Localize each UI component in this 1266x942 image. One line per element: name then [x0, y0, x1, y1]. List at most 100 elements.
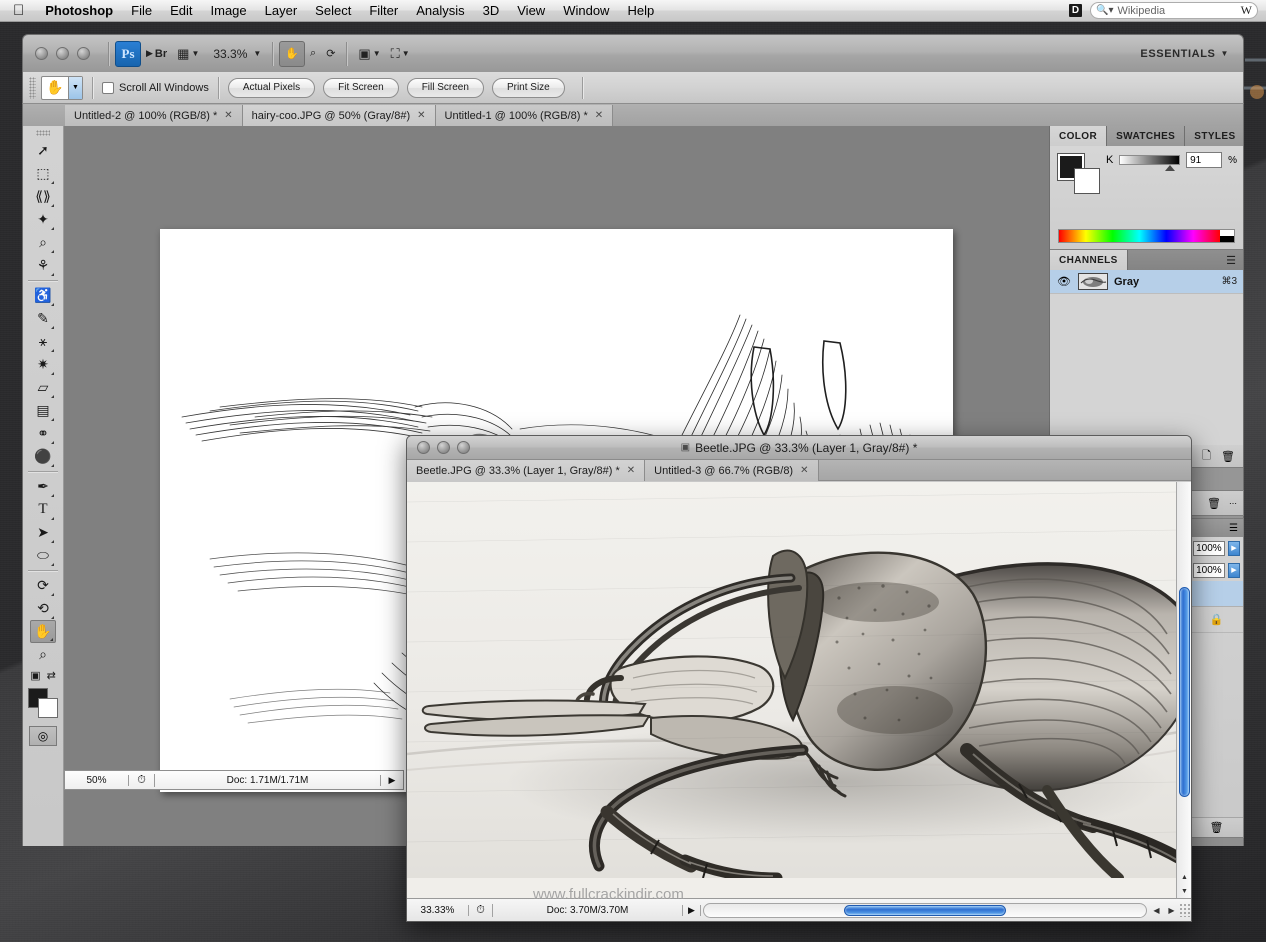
panel-menu-icon[interactable]: ☰	[1219, 250, 1243, 270]
menu-photoshop[interactable]: Photoshop	[36, 0, 122, 22]
document-sizes-icon[interactable]: ⏱	[469, 904, 493, 917]
crop-tool[interactable]: ⌕	[30, 231, 56, 254]
scroll-up-icon[interactable]: ▲	[1181, 874, 1188, 881]
scroll-down-icon[interactable]: ▼	[1181, 888, 1188, 895]
gradient-tool[interactable]: ▤	[30, 399, 56, 422]
background-color-swatch[interactable]	[38, 698, 58, 718]
menu-select[interactable]: Select	[306, 0, 360, 22]
channel-row-gray[interactable]: 👁 Gray ⌘3	[1050, 270, 1243, 294]
document-tab-untitled-1[interactable]: Untitled-1 @ 100% (RGB/8) * ✕	[436, 105, 614, 126]
default-colors-icon[interactable]: ▣	[30, 669, 40, 682]
rotate-view-tool-button[interactable]: ⟳	[321, 41, 340, 67]
launch-bridge-button[interactable]: ▶ Br	[141, 41, 172, 67]
fill-stepper-icon[interactable]: ▶	[1228, 563, 1240, 578]
menu-analysis[interactable]: Analysis	[407, 0, 473, 22]
quick-selection-tool[interactable]: ✦	[30, 208, 56, 231]
eyedropper-tool[interactable]: ⚘	[30, 254, 56, 277]
horizontal-scrollbar-thumb[interactable]	[844, 905, 1006, 916]
k-channel-input[interactable]: 91	[1186, 152, 1222, 168]
document-tab-beetle[interactable]: Beetle.JPG @ 33.3% (Layer 1, Gray/8#) * …	[407, 460, 645, 481]
rectangular-marquee-tool[interactable]: ⬚	[30, 162, 56, 185]
toolbox-grip[interactable]	[36, 130, 50, 136]
triangle-right-icon[interactable]: ▶	[683, 905, 701, 916]
color-swatches[interactable]	[28, 688, 58, 718]
tab-styles[interactable]: STYLES	[1185, 126, 1244, 146]
chevron-down-icon[interactable]: ▼	[68, 77, 82, 99]
horizontal-scroll-buttons[interactable]: ◀ ▶	[1149, 906, 1179, 915]
color-spectrum-ramp[interactable]	[1058, 229, 1235, 243]
vertical-scrollbar-thumb[interactable]	[1179, 587, 1190, 797]
menu-help[interactable]: Help	[618, 0, 663, 22]
document-tab-untitled-2[interactable]: Untitled-2 @ 100% (RGB/8) * ✕	[65, 105, 243, 126]
horizontal-type-tool[interactable]: T	[30, 498, 56, 521]
resize-grip-icon[interactable]	[1179, 903, 1192, 917]
clone-stamp-tool[interactable]: ⚹	[30, 330, 56, 353]
quick-mask-icon[interactable]: ◎	[29, 726, 57, 746]
fill-input[interactable]: 100%	[1193, 563, 1225, 578]
checkbox-box[interactable]	[102, 82, 114, 94]
blur-tool[interactable]: ⚭	[30, 422, 56, 445]
window-traffic-lights[interactable]	[23, 47, 102, 60]
floating-window-titlebar[interactable]: ▣ Beetle.JPG @ 33.3% (Layer 1, Gray/8#) …	[407, 436, 1191, 460]
move-tool[interactable]: ➚	[30, 139, 56, 162]
tab-swatches[interactable]: SWATCHES	[1107, 126, 1185, 146]
vertical-scrollbar[interactable]: ▲ ▼	[1176, 482, 1191, 898]
fill-screen-button[interactable]: Fill Screen	[407, 78, 484, 98]
k-channel-slider[interactable]	[1119, 155, 1180, 165]
options-bar-grip[interactable]	[29, 77, 36, 99]
slider-thumb[interactable]	[1165, 165, 1175, 171]
window-traffic-lights[interactable]	[417, 441, 470, 454]
scroll-all-windows-checkbox[interactable]: Scroll All Windows	[102, 82, 209, 94]
opacity-stepper-icon[interactable]: ▶	[1228, 541, 1240, 556]
layer-row-selected[interactable]	[1190, 581, 1243, 607]
zoom-tool-button[interactable]: ⌕	[305, 41, 321, 67]
color-panel-swatches[interactable]	[1058, 154, 1100, 194]
menu-file[interactable]: File	[122, 0, 161, 22]
fit-screen-button[interactable]: Fit Screen	[323, 78, 399, 98]
tab-channels[interactable]: CHANNELS	[1050, 250, 1128, 270]
path-selection-tool[interactable]: ➤	[30, 521, 56, 544]
print-size-button[interactable]: Print Size	[492, 78, 565, 98]
close-icon[interactable]: ✕	[224, 110, 232, 121]
view-extras-button[interactable]: ▦ ▼	[172, 41, 204, 67]
dropbox-icon[interactable]: D	[1069, 4, 1082, 17]
pen-tool[interactable]: ✒	[30, 475, 56, 498]
minimize-button[interactable]	[56, 47, 69, 60]
spotlight-search-field[interactable]: 🔍▾ Wikipedia W	[1090, 2, 1258, 19]
delete-channel-icon[interactable]: 🗑	[1221, 450, 1235, 463]
resize-grip-icon[interactable]: ⋯	[1229, 499, 1237, 508]
beetle-document-canvas[interactable]	[407, 482, 1191, 898]
close-icon[interactable]: ✕	[417, 110, 425, 121]
apple-logo-icon[interactable]: 	[13, 3, 24, 18]
zoom-level-selector[interactable]: 33.3% ▼	[204, 41, 266, 67]
trash-icon[interactable]: 🗑	[1210, 821, 1224, 834]
menu-view[interactable]: View	[508, 0, 554, 22]
new-channel-icon[interactable]: 🗋	[1202, 447, 1211, 466]
scroll-right-icon[interactable]: ▶	[1168, 906, 1174, 915]
close-icon[interactable]: ✕	[595, 110, 603, 121]
menu-layer[interactable]: Layer	[256, 0, 307, 22]
layer-row-locked-background[interactable]: 🔒	[1190, 607, 1243, 633]
menu-edit[interactable]: Edit	[161, 0, 201, 22]
tool-preset-picker[interactable]: ✋ ▼	[41, 76, 83, 100]
brush-tool[interactable]: ✎	[30, 307, 56, 330]
spectrum-gradient[interactable]	[1059, 230, 1220, 242]
menu-image[interactable]: Image	[202, 0, 256, 22]
close-icon[interactable]: ✕	[627, 465, 635, 476]
document-tab-hairy-coo[interactable]: hairy-coo.JPG @ 50% (Gray/8#) ✕	[243, 105, 436, 126]
document-tab-untitled-3[interactable]: Untitled-3 @ 66.7% (RGB/8) ✕	[645, 460, 818, 481]
arrange-documents-button[interactable]: ▣ ▼	[353, 41, 385, 67]
dodge-tool[interactable]: ⚫	[30, 445, 56, 468]
menu-3d[interactable]: 3D	[474, 0, 509, 22]
spot-healing-brush-tool[interactable]: ♿	[30, 284, 56, 307]
eye-icon[interactable]: 👁	[1056, 275, 1072, 288]
floating-document-window-beetle[interactable]: ▣ Beetle.JPG @ 33.3% (Layer 1, Gray/8#) …	[406, 435, 1192, 922]
white-black-swatches[interactable]	[1220, 230, 1234, 242]
zoom-button[interactable]	[77, 47, 90, 60]
eraser-tool[interactable]: ▱	[30, 376, 56, 399]
minimize-button[interactable]	[437, 441, 450, 454]
hand-tool-button[interactable]: ✋	[279, 41, 305, 67]
close-icon[interactable]: ✕	[800, 465, 808, 476]
3d-camera-rotate-tool[interactable]: ⟲	[30, 597, 56, 620]
menu-window[interactable]: Window	[554, 0, 618, 22]
